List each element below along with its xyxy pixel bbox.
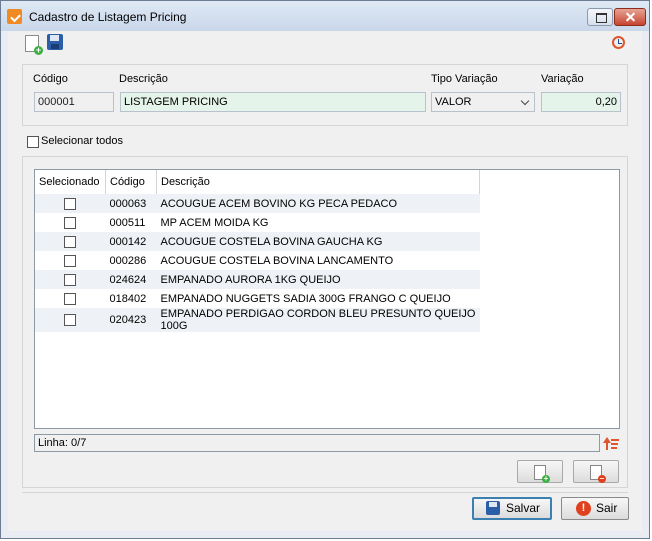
add-row-button[interactable]: + [517,460,563,483]
exit-button-label: Sair [596,501,618,515]
close-button[interactable] [614,8,646,26]
save-button[interactable]: Salvar [472,497,552,520]
window: Cadastro de Listagem Pricing + Código De… [0,0,650,539]
tipo-variacao-value: VALOR [435,96,472,108]
header-group: Código Descrição Tipo Variação Variação … [22,64,628,126]
tipo-variacao-select[interactable]: VALOR [431,92,535,112]
row-descricao: EMPANADO PERDIGAO CORDON BLEU PRESUNTO Q… [156,308,480,332]
row-checkbox[interactable] [64,254,77,267]
save-icon[interactable] [47,34,63,50]
row-codigo: 024624 [105,270,157,289]
codigo-label: Código [33,73,68,85]
descricao-label: Descrição [119,73,168,85]
table-row[interactable]: 000511 MP ACEM MOIDA KG [35,213,480,232]
table-row[interactable]: 000142 ACOUGUE COSTELA BOVINA GAUCHA KG [35,232,480,251]
app-icon [7,9,22,24]
remove-row-icon: – [590,465,606,483]
sort-icon[interactable] [602,435,620,451]
client-area: + Código Descrição Tipo Variação Variaçã… [8,31,642,531]
select-all-checkbox[interactable] [27,136,39,148]
row-codigo: 020423 [105,308,157,332]
row-checkbox[interactable] [64,292,77,305]
save-button-label: Salvar [506,501,541,515]
column-header-codigo[interactable]: Código [105,170,157,194]
window-title: Cadastro de Listagem Pricing [29,10,187,24]
title-bar: Cadastro de Listagem Pricing [1,1,649,31]
row-codigo: 000511 [109,216,146,229]
items-table: Selecionado Código Descrição 000063 ACOU… [35,170,480,332]
status-bar: Linha: 0/7 [34,434,600,452]
table-row[interactable]: 020423 EMPANADO PERDIGAO CORDON BLEU PRE… [35,308,480,332]
row-descricao: ACOUGUE COSTELA BOVINA GAUCHA KG [156,232,480,251]
row-codigo: 000142 [105,232,157,251]
column-header-selecionado[interactable]: Selecionado [35,170,106,194]
maximize-button[interactable] [587,8,613,26]
save-icon [486,501,500,515]
row-descricao: ACOUGUE COSTELA BOVINA LANCAMENTO [160,254,394,267]
remove-row-button[interactable]: – [573,460,619,483]
tipo-variacao-label: Tipo Variação [431,73,498,85]
chevron-down-icon [520,96,530,106]
column-header-descricao[interactable]: Descrição [156,170,480,194]
row-descricao: EMPANADO NUGGETS SADIA 300G FRANGO C QUE… [160,292,451,305]
row-codigo: 000063 [105,194,157,213]
exit-button[interactable]: ! Sair [561,497,629,520]
row-checkbox[interactable] [64,197,77,210]
divider [22,492,628,493]
select-all-label: Selecionar todos [41,135,123,147]
clock-icon[interactable] [612,36,625,49]
table-row[interactable]: 000063 ACOUGUE ACEM BOVINO KG PECA PEDAC… [35,194,480,213]
row-codigo: 018402 [109,292,147,305]
variacao-field[interactable]: 0,20 [541,92,621,112]
descricao-field[interactable]: LISTAGEM PRICING [120,92,426,112]
table-row[interactable]: 000286 ACOUGUE COSTELA BOVINA LANCAMENTO [35,251,480,270]
row-descricao: EMPANADO AURORA 1KG QUEIJO [156,270,480,289]
items-grid[interactable]: Selecionado Código Descrição 000063 ACOU… [34,169,620,429]
row-descricao: MP ACEM MOIDA KG [160,216,269,229]
row-codigo: 000286 [109,254,147,267]
row-checkbox[interactable] [64,235,77,248]
row-checkbox[interactable] [64,314,77,327]
new-document-icon[interactable]: + [25,35,43,55]
table-row[interactable]: 018402 EMPANADO NUGGETS SADIA 300G FRANG… [35,289,480,308]
variacao-label: Variação [541,73,584,85]
exit-icon: ! [576,501,591,516]
codigo-field[interactable]: 000001 [34,92,114,112]
table-row[interactable]: 024624 EMPANADO AURORA 1KG QUEIJO [35,270,480,289]
row-checkbox[interactable] [64,273,77,286]
add-row-icon: + [534,465,550,483]
row-checkbox[interactable] [64,216,77,229]
row-descricao: ACOUGUE ACEM BOVINO KG PECA PEDACO [156,194,480,213]
